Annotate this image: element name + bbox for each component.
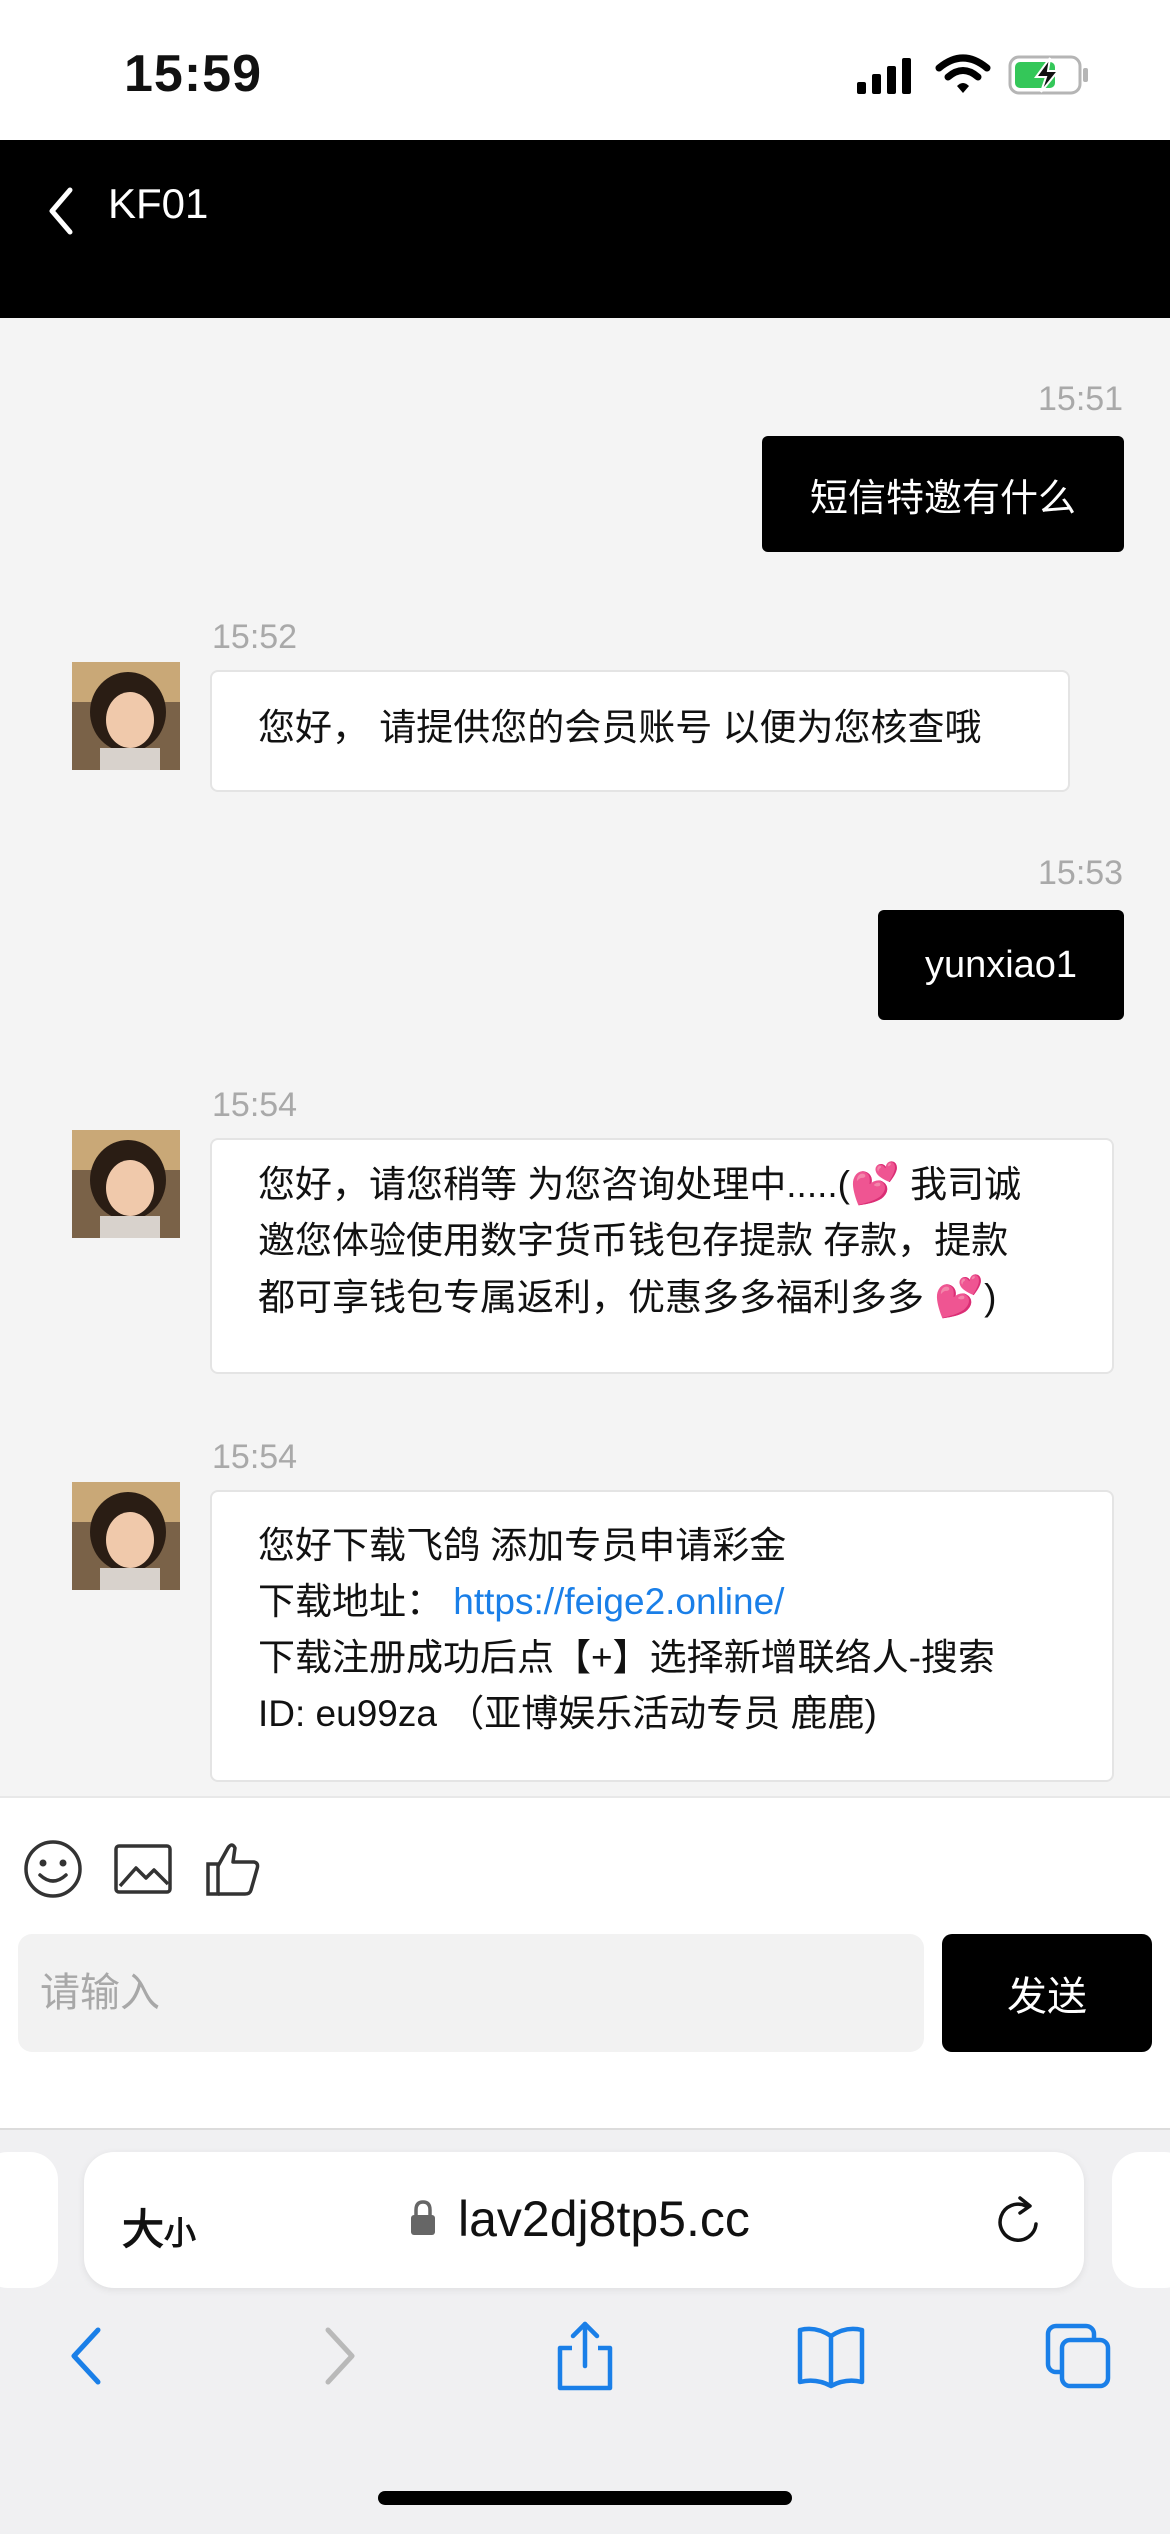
chat-title: KF01: [108, 180, 209, 227]
outgoing-message-bubble[interactable]: 短信特邀有什么: [762, 436, 1124, 552]
incoming-message-bubble[interactable]: 您好，请您稍等 为您咨询处理中.....(💕 我司诚 邀您体验使用数字货币钱包存…: [210, 1138, 1114, 1374]
incoming-message-bubble[interactable]: 您好下载飞鸽 添加专员申请彩金 下载地址： https://feige2.onl…: [210, 1490, 1114, 1782]
composer-panel: 发送: [0, 1796, 1170, 2130]
home-indicator[interactable]: [378, 2491, 792, 2505]
browser-forward-icon[interactable]: [304, 2320, 374, 2392]
image-icon[interactable]: [112, 1838, 174, 1900]
chat-header: KF01: [0, 140, 1170, 318]
message-line: 邀您体验使用数字货币钱包存提款 存款，提款: [258, 1220, 1009, 1261]
browser-bottom-bar: 大小 lav2dj8tp5.cc: [0, 2128, 1170, 2534]
tabs-icon[interactable]: [1044, 2320, 1114, 2392]
incoming-message-bubble[interactable]: 您好， 请提供您的会员账号 以便为您核查哦: [210, 670, 1070, 792]
message-line: 下载注册成功后点【+】选择新增联络人-搜索: [258, 1637, 995, 1678]
message-line: 都可享钱包专属返利，优惠多多福利多多 💕): [258, 1275, 997, 1319]
message-text: 您好， 请提供您的会员账号 以便为您核查哦: [258, 707, 982, 748]
text-size-button[interactable]: 大小: [122, 2196, 196, 2257]
share-icon[interactable]: [550, 2320, 620, 2392]
message-input[interactable]: [18, 1934, 924, 2052]
agent-avatar[interactable]: [72, 1482, 180, 1590]
lock-icon: [411, 2200, 435, 2235]
address-bar[interactable]: 大小 lav2dj8tp5.cc: [84, 2152, 1084, 2288]
send-button[interactable]: 发送: [942, 1934, 1152, 2052]
outgoing-message-bubble[interactable]: yunxiao1: [878, 910, 1124, 1020]
heart-emoji-icon: 💕: [850, 1162, 900, 1206]
chat-message-list[interactable]: 15:51 短信特邀有什么 15:52 您好， 请提供您的会员账号 以便为您核查…: [0, 318, 1170, 1796]
message-timestamp: 15:51: [1038, 380, 1124, 418]
heart-emoji-icon: 💕: [934, 1275, 985, 1319]
wifi-icon: [935, 54, 991, 93]
cellular-signal-icon: [857, 58, 911, 94]
thumbs-up-icon[interactable]: [202, 1838, 264, 1900]
reload-icon[interactable]: [992, 2194, 1046, 2248]
message-timestamp: 15:53: [1038, 854, 1124, 892]
agent-avatar[interactable]: [72, 662, 180, 770]
status-bar: 15:59: [0, 0, 1170, 140]
previous-tab-card[interactable]: [0, 2152, 58, 2288]
emoji-icon[interactable]: [22, 1838, 84, 1900]
download-link[interactable]: https://feige2.online/: [453, 1581, 784, 1622]
message-line: ID: eu99za （亚博娱乐活动专员 鹿鹿): [258, 1693, 877, 1734]
browser-back-icon[interactable]: [52, 2320, 122, 2392]
message-line: 下载地址： https://feige2.online/: [258, 1581, 785, 1622]
next-tab-card[interactable]: [1112, 2152, 1170, 2288]
message-line: 您好下载飞鸽 添加专员申请彩金: [258, 1525, 787, 1566]
status-time: 15:59: [124, 45, 262, 103]
bookmarks-icon[interactable]: [796, 2320, 866, 2392]
message-line: 您好，请您稍等 为您咨询处理中.....(💕 我司诚: [258, 1162, 1022, 1206]
agent-avatar[interactable]: [72, 1130, 180, 1238]
battery-charging-icon: [1008, 55, 1088, 95]
url-text[interactable]: lav2dj8tp5.cc: [458, 2190, 750, 2248]
message-timestamp: 15:54: [212, 1438, 298, 1476]
message-timestamp: 15:54: [212, 1086, 298, 1124]
message-timestamp: 15:52: [212, 618, 298, 656]
back-chevron-icon[interactable]: [36, 176, 86, 246]
